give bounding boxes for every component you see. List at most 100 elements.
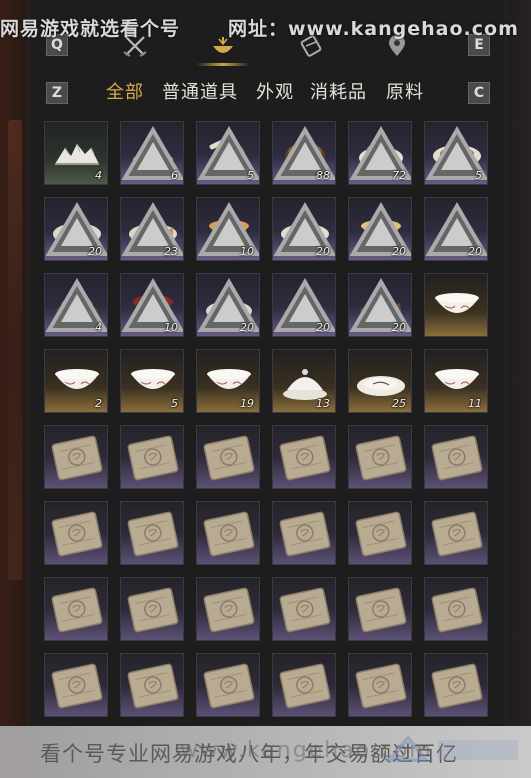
inventory-slot-seafood-plate[interactable]: 4: [44, 273, 108, 337]
inventory-slot-shallow-dish[interactable]: 25: [348, 349, 412, 413]
item-count: 2: [95, 397, 102, 410]
inventory-slot-locked[interactable]: [120, 653, 184, 717]
item-count: 13: [316, 397, 330, 410]
locked-paper-icon: [127, 435, 179, 481]
tab-materials[interactable]: 原料: [386, 78, 424, 104]
locked-paper-icon: [127, 663, 179, 709]
locked-paper-icon: [51, 663, 103, 709]
inventory-slot-locked[interactable]: [272, 425, 336, 489]
inventory-slot-locked[interactable]: [44, 501, 108, 565]
inventory-slot-locked[interactable]: [120, 425, 184, 489]
inventory-grid: 4 6 5 88 72 5 20 23 10 20 20 20 4 10 20 20 20 2 5 19 13 25 11: [44, 121, 488, 717]
locked-paper-icon: [431, 435, 483, 481]
inventory-slot-roast-leg[interactable]: 5: [196, 121, 260, 185]
inventory-slot-rolls-board[interactable]: 20: [348, 273, 412, 337]
inventory-slot-baked-buns[interactable]: 72: [348, 121, 412, 185]
locked-paper-icon: [355, 663, 407, 709]
item-count: 20: [240, 321, 254, 334]
watermark-top: 网易游戏就选看个号 网址：www.kangehao.com: [0, 14, 531, 40]
inventory-slot-locked[interactable]: [120, 501, 184, 565]
item-count: 25: [392, 397, 406, 410]
inventory-slot-locked[interactable]: [272, 577, 336, 641]
item-count: 20: [392, 321, 406, 334]
inventory-slot-green-vegetables[interactable]: 20: [272, 197, 336, 261]
item-count: 4: [95, 321, 102, 334]
inventory-slot-locked[interactable]: [424, 425, 488, 489]
item-count: 11: [468, 397, 482, 410]
inventory-slot-noodle-bowl[interactable]: 20: [348, 197, 412, 261]
item-count: 88: [316, 169, 330, 182]
inventory-slot-locked[interactable]: [196, 425, 260, 489]
inventory-slot-sliced-meat-plate[interactable]: 5: [424, 121, 488, 185]
tab-consumables[interactable]: 消耗品: [310, 78, 367, 104]
inventory-slot-fish-dish[interactable]: 23: [120, 197, 184, 261]
inventory-slot-painted-bowl[interactable]: 2: [44, 349, 108, 413]
inventory-slot-mountain-ornament[interactable]: 4: [44, 121, 108, 185]
item-count: 5: [475, 169, 482, 182]
inventory-slot-blue-rim-bowl[interactable]: 11: [424, 349, 488, 413]
item-count: 20: [468, 245, 482, 258]
white-bowl-icon: [435, 293, 479, 313]
locked-paper-icon: [279, 435, 331, 481]
bottom-watermark-banner: www.kangehao.com 看个号专业网易游戏八年，年交易额过百亿: [0, 726, 531, 778]
tab-appearance[interactable]: 外观: [256, 78, 294, 104]
inventory-slot-locked[interactable]: [348, 577, 412, 641]
inventory-slot-locked[interactable]: [348, 653, 412, 717]
item-count: 20: [316, 321, 330, 334]
item-count: 20: [316, 245, 330, 258]
inventory-slot-locked[interactable]: [348, 425, 412, 489]
locked-paper-icon: [203, 511, 255, 557]
item-count: 10: [164, 321, 178, 334]
inventory-slot-meatballs[interactable]: 20: [272, 273, 336, 337]
inventory-slot-locked[interactable]: [196, 501, 260, 565]
locked-paper-icon: [127, 587, 179, 633]
inventory-slot-soup-bowl[interactable]: 10: [196, 197, 260, 261]
inventory-slot-locked[interactable]: [120, 577, 184, 641]
inventory-slot-braised-pork[interactable]: 20: [44, 197, 108, 261]
inventory-slot-locked[interactable]: [424, 577, 488, 641]
inventory-slot-locked[interactable]: [44, 653, 108, 717]
inventory-slot-plain-bowl[interactable]: 19: [196, 349, 260, 413]
locked-paper-icon: [355, 511, 407, 557]
key-c-badge[interactable]: C: [468, 82, 490, 104]
item-count: 19: [240, 397, 254, 410]
locked-paper-icon: [127, 511, 179, 557]
locked-paper-icon: [279, 511, 331, 557]
inventory-slot-clay-pot-stew[interactable]: 88: [272, 121, 336, 185]
inventory-slot-locked[interactable]: [196, 653, 260, 717]
inventory-slot-locked[interactable]: [424, 653, 488, 717]
item-count: 20: [392, 245, 406, 258]
inventory-slot-fried-snack[interactable]: 6: [120, 121, 184, 185]
inventory-slot-locked[interactable]: [44, 577, 108, 641]
watermark-logo: [385, 734, 518, 762]
inventory-slot-rooster-bowl[interactable]: 5: [120, 349, 184, 413]
inventory-slot-spicy-bowl[interactable]: 10: [120, 273, 184, 337]
tab-all[interactable]: 全部: [106, 78, 144, 104]
inventory-slot-locked[interactable]: [348, 501, 412, 565]
item-count: 72: [392, 169, 406, 182]
locked-paper-icon: [279, 663, 331, 709]
locked-paper-icon: [51, 435, 103, 481]
inventory-slot-lidded-bowl[interactable]: 13: [272, 349, 336, 413]
locked-paper-icon: [51, 511, 103, 557]
item-count: 5: [171, 397, 178, 410]
tab-normal-items[interactable]: 普通道具: [162, 78, 238, 104]
item-count: 4: [95, 169, 102, 182]
watermark-url: 网址：www.kangehao.com: [228, 18, 519, 40]
item-count: 6: [171, 169, 178, 182]
item-count: 23: [164, 245, 178, 258]
item-count: 10: [240, 245, 254, 258]
inventory-slot-sliced-pork[interactable]: 20: [196, 273, 260, 337]
inventory-slot-locked[interactable]: [424, 501, 488, 565]
locked-paper-icon: [431, 511, 483, 557]
inventory-slot-porcelain-vase[interactable]: 20: [424, 197, 488, 261]
inventory-slot-locked[interactable]: [272, 653, 336, 717]
key-z-badge[interactable]: Z: [46, 82, 68, 104]
inventory-slot-locked[interactable]: [196, 577, 260, 641]
item-count: 5: [247, 169, 254, 182]
locked-paper-icon: [203, 663, 255, 709]
inventory-slot-white-bowl[interactable]: [424, 273, 488, 337]
inventory-slot-locked[interactable]: [272, 501, 336, 565]
inventory-slot-locked[interactable]: [44, 425, 108, 489]
locked-paper-icon: [51, 587, 103, 633]
